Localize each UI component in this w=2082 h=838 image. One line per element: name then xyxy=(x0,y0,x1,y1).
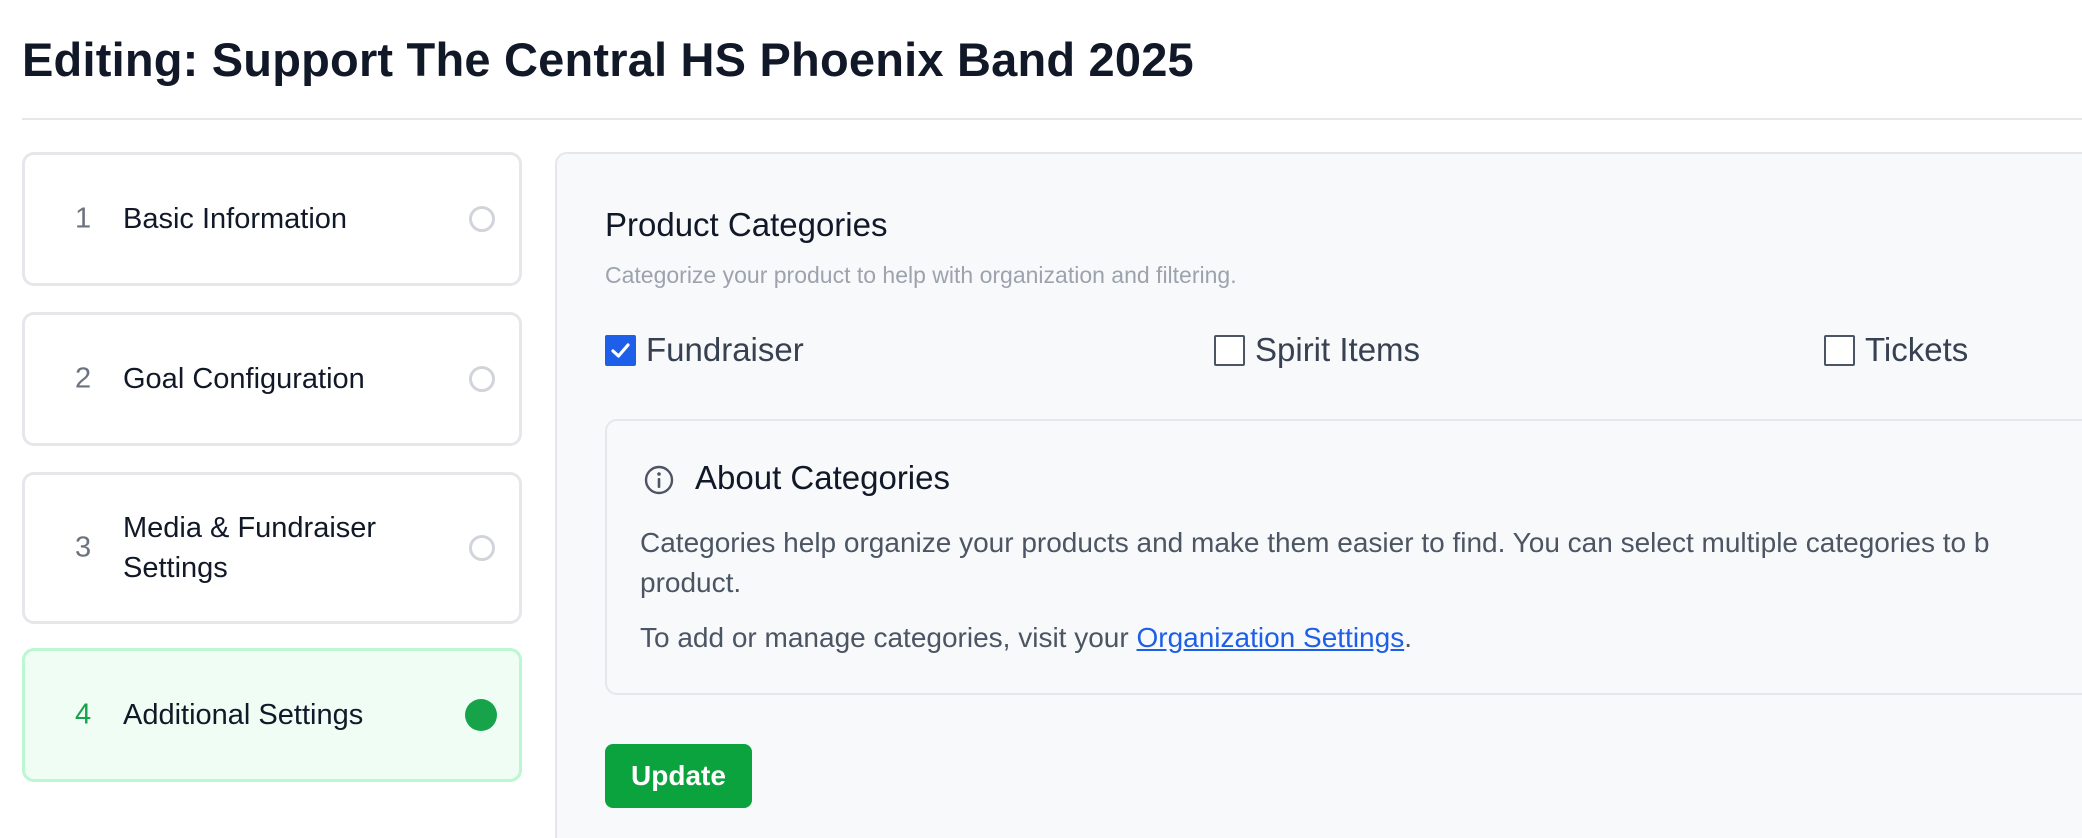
checkbox-unchecked[interactable] xyxy=(1214,334,1245,366)
step-number: 3 xyxy=(75,531,92,564)
step-label: Goal Configuration xyxy=(123,363,365,395)
about-categories-box: About Categories Categories help organiz… xyxy=(605,419,2082,695)
step-label: Media & Fundraiser Settings xyxy=(123,512,377,584)
about-text: Categories help organize your products a… xyxy=(640,523,2082,603)
category-spirit-items[interactable]: Spirit Items xyxy=(1214,330,1420,370)
category-label: Fundraiser xyxy=(646,331,804,368)
step-number: 1 xyxy=(75,202,92,235)
step-media-fundraiser-settings[interactable]: 3 Media & Fundraiser Settings xyxy=(22,472,522,624)
category-tickets[interactable]: Tickets xyxy=(1824,330,1968,370)
about-text-wrap: product. xyxy=(640,567,742,598)
title-divider xyxy=(22,118,2082,120)
category-label: Spirit Items xyxy=(1255,331,1421,368)
manage-suffix: . xyxy=(1404,622,1412,653)
page-title: Editing: Support The Central HS Phoenix … xyxy=(22,33,1194,86)
step-incomplete-icon xyxy=(469,206,495,232)
step-incomplete-icon xyxy=(469,366,495,392)
step-basic-information[interactable]: 1 Basic Information xyxy=(22,152,522,286)
category-label: Tickets xyxy=(1865,331,1969,368)
step-label: Additional Settings xyxy=(123,699,364,731)
category-fundraiser[interactable]: Fundraiser xyxy=(605,330,804,370)
step-number: 2 xyxy=(75,362,92,395)
section-title: Product Categories xyxy=(605,206,888,243)
step-goal-configuration[interactable]: 2 Goal Configuration xyxy=(22,312,522,446)
manage-prefix: To add or manage categories, visit your xyxy=(640,622,1137,653)
step-number: 4 xyxy=(75,698,92,731)
organization-settings-link[interactable]: Organization Settings xyxy=(1136,622,1404,653)
check-icon xyxy=(611,342,630,358)
about-text-line: Categories help organize your products a… xyxy=(640,527,1990,558)
step-incomplete-icon xyxy=(469,535,495,561)
step-label: Basic Information xyxy=(123,203,348,235)
checkbox-checked[interactable] xyxy=(605,334,636,366)
checkbox-unchecked[interactable] xyxy=(1824,334,1855,366)
manage-categories-text: To add or manage categories, visit your … xyxy=(640,618,1412,658)
about-title: About Categories xyxy=(695,459,950,496)
main-panel: Product Categories Categorize your produ… xyxy=(555,152,2082,838)
section-description: Categorize your product to help with org… xyxy=(605,262,1237,288)
update-button[interactable]: Update xyxy=(605,744,752,808)
step-active-icon xyxy=(465,699,497,731)
step-additional-settings[interactable]: 4 Additional Settings xyxy=(22,648,522,782)
info-icon xyxy=(644,465,674,495)
edit-page: Editing: Support The Central HS Phoenix … xyxy=(0,0,2082,838)
